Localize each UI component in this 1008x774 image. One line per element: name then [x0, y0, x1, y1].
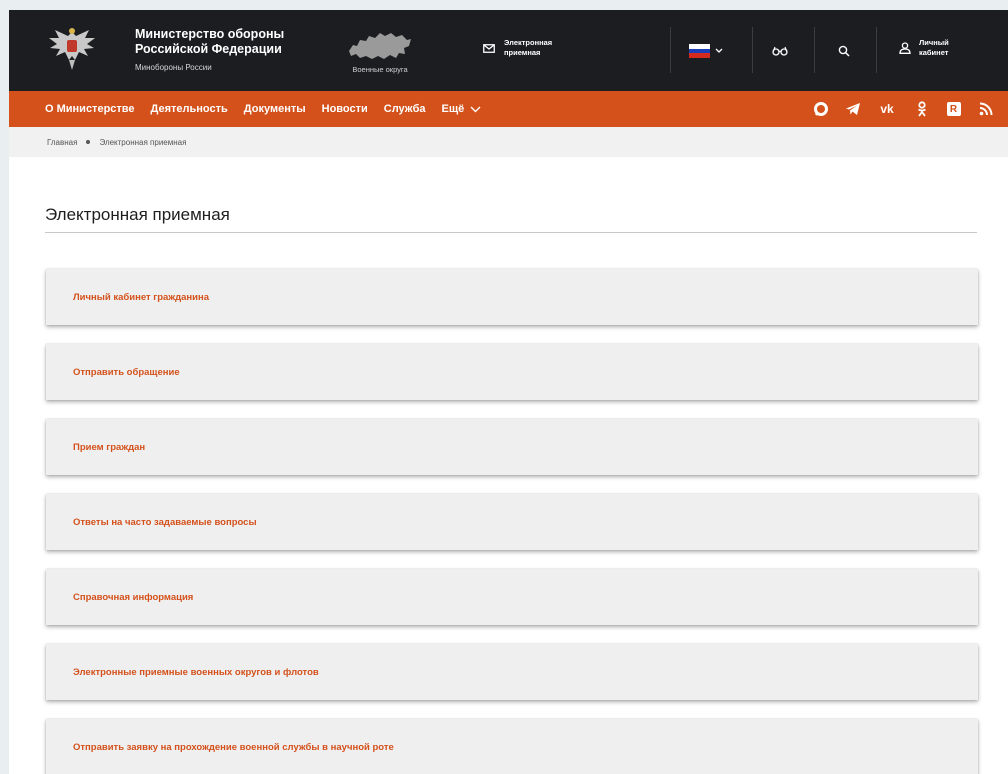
page-title: Электронная приемная	[45, 205, 230, 224]
section-label: Личный кабинет гражданина	[73, 291, 209, 303]
section-label: Отправить заявку на прохождение военной …	[73, 741, 394, 753]
russia-map-icon	[349, 33, 411, 59]
breadcrumb-current: Электронная приемная	[99, 137, 187, 147]
districts-label: Военные округа	[352, 65, 408, 74]
nav-item-ministry[interactable]: О Министерстве	[45, 103, 135, 115]
search-icon	[838, 45, 850, 57]
double-eagle-emblem-icon[interactable]	[47, 26, 97, 72]
main-nav: О Министерстве Деятельность Документы Но…	[9, 91, 1008, 127]
section-label: Отправить обращение	[73, 366, 180, 378]
section-citizen-reception[interactable]: Прием граждан	[46, 419, 978, 475]
header-divider	[814, 27, 815, 73]
org-title[interactable]: Министерство обороны Российской Федераци…	[135, 27, 325, 57]
social-links: vk R	[812, 91, 994, 127]
section-label: Электронные приемные военных округов и ф…	[73, 666, 319, 678]
header-divider	[670, 27, 671, 73]
breadcrumb: Главная Электронная приемная	[9, 127, 1008, 157]
russian-flag-icon	[689, 44, 710, 59]
title-divider	[45, 232, 977, 233]
max-icon[interactable]	[812, 101, 829, 118]
glasses-icon	[772, 46, 788, 56]
search-button[interactable]	[833, 40, 855, 62]
rss-icon[interactable]	[977, 101, 994, 118]
vk-glyph: vk	[880, 102, 894, 116]
header-divider	[876, 27, 877, 73]
section-reference-info[interactable]: Справочная информация	[46, 569, 978, 625]
envelope-icon	[483, 43, 495, 53]
language-selector[interactable]	[689, 44, 723, 59]
breadcrumb-home[interactable]: Главная	[47, 138, 77, 147]
e-reception-link[interactable]: Электронная приемная	[483, 38, 560, 58]
page: Министерство обороны Российской Федераци…	[9, 10, 1008, 774]
top-header: Министерство обороны Российской Федераци…	[9, 10, 1008, 91]
account-link[interactable]: Личный кабинет	[899, 38, 955, 58]
section-science-company-application[interactable]: Отправить заявку на прохождение военной …	[46, 719, 978, 774]
nav-item-activity[interactable]: Деятельность	[151, 103, 228, 115]
user-icon	[899, 42, 911, 54]
breadcrumb-inner: Главная Электронная приемная	[47, 138, 186, 147]
chevron-down-icon	[715, 48, 723, 53]
section-faq[interactable]: Ответы на часто задаваемые вопросы	[46, 494, 978, 550]
reception-sections-list: Личный кабинет гражданина Отправить обра…	[46, 269, 978, 774]
section-label: Прием граждан	[73, 441, 146, 453]
section-citizen-account[interactable]: Личный кабинет гражданина	[46, 269, 978, 325]
nav-item-news[interactable]: Новости	[322, 103, 368, 115]
org-subtitle: Минобороны России	[135, 63, 212, 72]
telegram-icon[interactable]	[844, 101, 861, 118]
nav-item-documents[interactable]: Документы	[244, 103, 306, 115]
section-district-receptions[interactable]: Электронные приемные военных округов и ф…	[46, 644, 978, 700]
nav-item-more[interactable]: Ещё	[442, 103, 482, 115]
section-label: Ответы на часто задаваемые вопросы	[73, 516, 257, 528]
breadcrumb-separator	[86, 140, 91, 144]
vk-icon[interactable]: vk	[876, 101, 898, 118]
nav-more-label: Ещё	[441, 103, 465, 115]
section-label: Справочная информация	[73, 591, 194, 603]
e-reception-label: Электронная приемная	[504, 38, 553, 57]
account-label: Личный кабинет	[919, 38, 949, 57]
brand-block[interactable]: Министерство обороны Российской Федераци…	[135, 27, 325, 72]
accessibility-button[interactable]	[769, 40, 791, 62]
military-districts-link[interactable]: Военные округа	[335, 29, 425, 74]
header-divider	[752, 27, 753, 73]
rutube-icon[interactable]: R	[945, 101, 962, 118]
nav-item-service[interactable]: Служба	[384, 103, 426, 115]
odnoklassniki-icon[interactable]	[913, 101, 930, 118]
section-send-appeal[interactable]: Отправить обращение	[46, 344, 978, 400]
rutube-glyph: R	[946, 102, 961, 116]
chevron-down-icon	[470, 106, 481, 112]
nav-menu: О Министерстве Деятельность Документы Но…	[45, 91, 497, 127]
